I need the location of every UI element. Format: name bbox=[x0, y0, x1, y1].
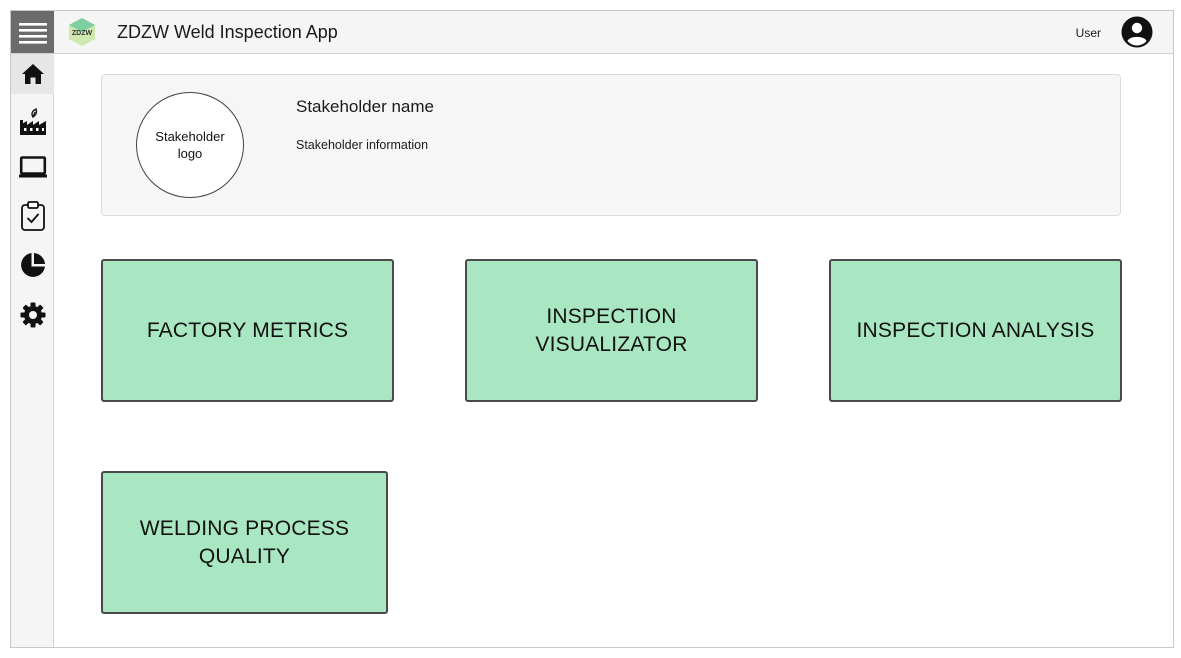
stakeholder-logo: Stakeholder logo bbox=[136, 92, 244, 198]
hamburger-icon bbox=[18, 23, 47, 44]
clipboard-check-icon bbox=[20, 201, 45, 231]
tile-label: INSPECTION ANALYSIS bbox=[856, 318, 1095, 342]
laptop-icon bbox=[18, 156, 47, 178]
sidebar-item-quality[interactable] bbox=[11, 245, 54, 285]
app-window: ZDZW ZDZW Weld Inspection App User Stake… bbox=[10, 10, 1174, 648]
tile-label: INSPECTION VISUALIZATOR bbox=[535, 304, 688, 356]
stakeholder-information: Stakeholder information bbox=[296, 138, 429, 152]
svg-text:ZDZW: ZDZW bbox=[72, 30, 93, 37]
user-account-icon[interactable] bbox=[1121, 16, 1153, 48]
factory-icon bbox=[19, 108, 46, 135]
sidebar bbox=[11, 54, 54, 647]
stakeholder-card: Stakeholder logo Stakeholder name Stakeh… bbox=[101, 74, 1121, 216]
factory-metrics-tile[interactable]: FACTORY METRICS bbox=[101, 259, 394, 402]
welding-process-quality-tile[interactable]: WELDING PROCESS QUALITY bbox=[101, 471, 388, 614]
user-label[interactable]: User bbox=[1076, 26, 1101, 40]
gear-icon bbox=[20, 302, 45, 328]
tile-label: FACTORY METRICS bbox=[146, 318, 349, 342]
stakeholder-name: Stakeholder name bbox=[296, 97, 434, 116]
sidebar-item-home[interactable] bbox=[11, 54, 54, 94]
menu-button[interactable] bbox=[11, 11, 54, 53]
zdzw-logo: ZDZW bbox=[67, 17, 97, 47]
pie-chart-icon bbox=[20, 253, 45, 277]
sidebar-item-analysis[interactable] bbox=[11, 196, 54, 236]
sidebar-item-settings[interactable] bbox=[11, 295, 54, 335]
inspection-visualizator-tile[interactable]: INSPECTION VISUALIZATOR bbox=[465, 259, 758, 402]
tile-label: WELDING PROCESS QUALITY bbox=[139, 516, 350, 568]
inspection-analysis-tile[interactable]: INSPECTION ANALYSIS bbox=[829, 259, 1122, 402]
top-bar: ZDZW ZDZW Weld Inspection App User bbox=[11, 11, 1173, 54]
sidebar-item-visualizator[interactable] bbox=[11, 147, 54, 187]
home-icon bbox=[21, 64, 44, 84]
app-title: ZDZW Weld Inspection App bbox=[117, 22, 338, 42]
sidebar-item-factory[interactable] bbox=[11, 102, 54, 142]
